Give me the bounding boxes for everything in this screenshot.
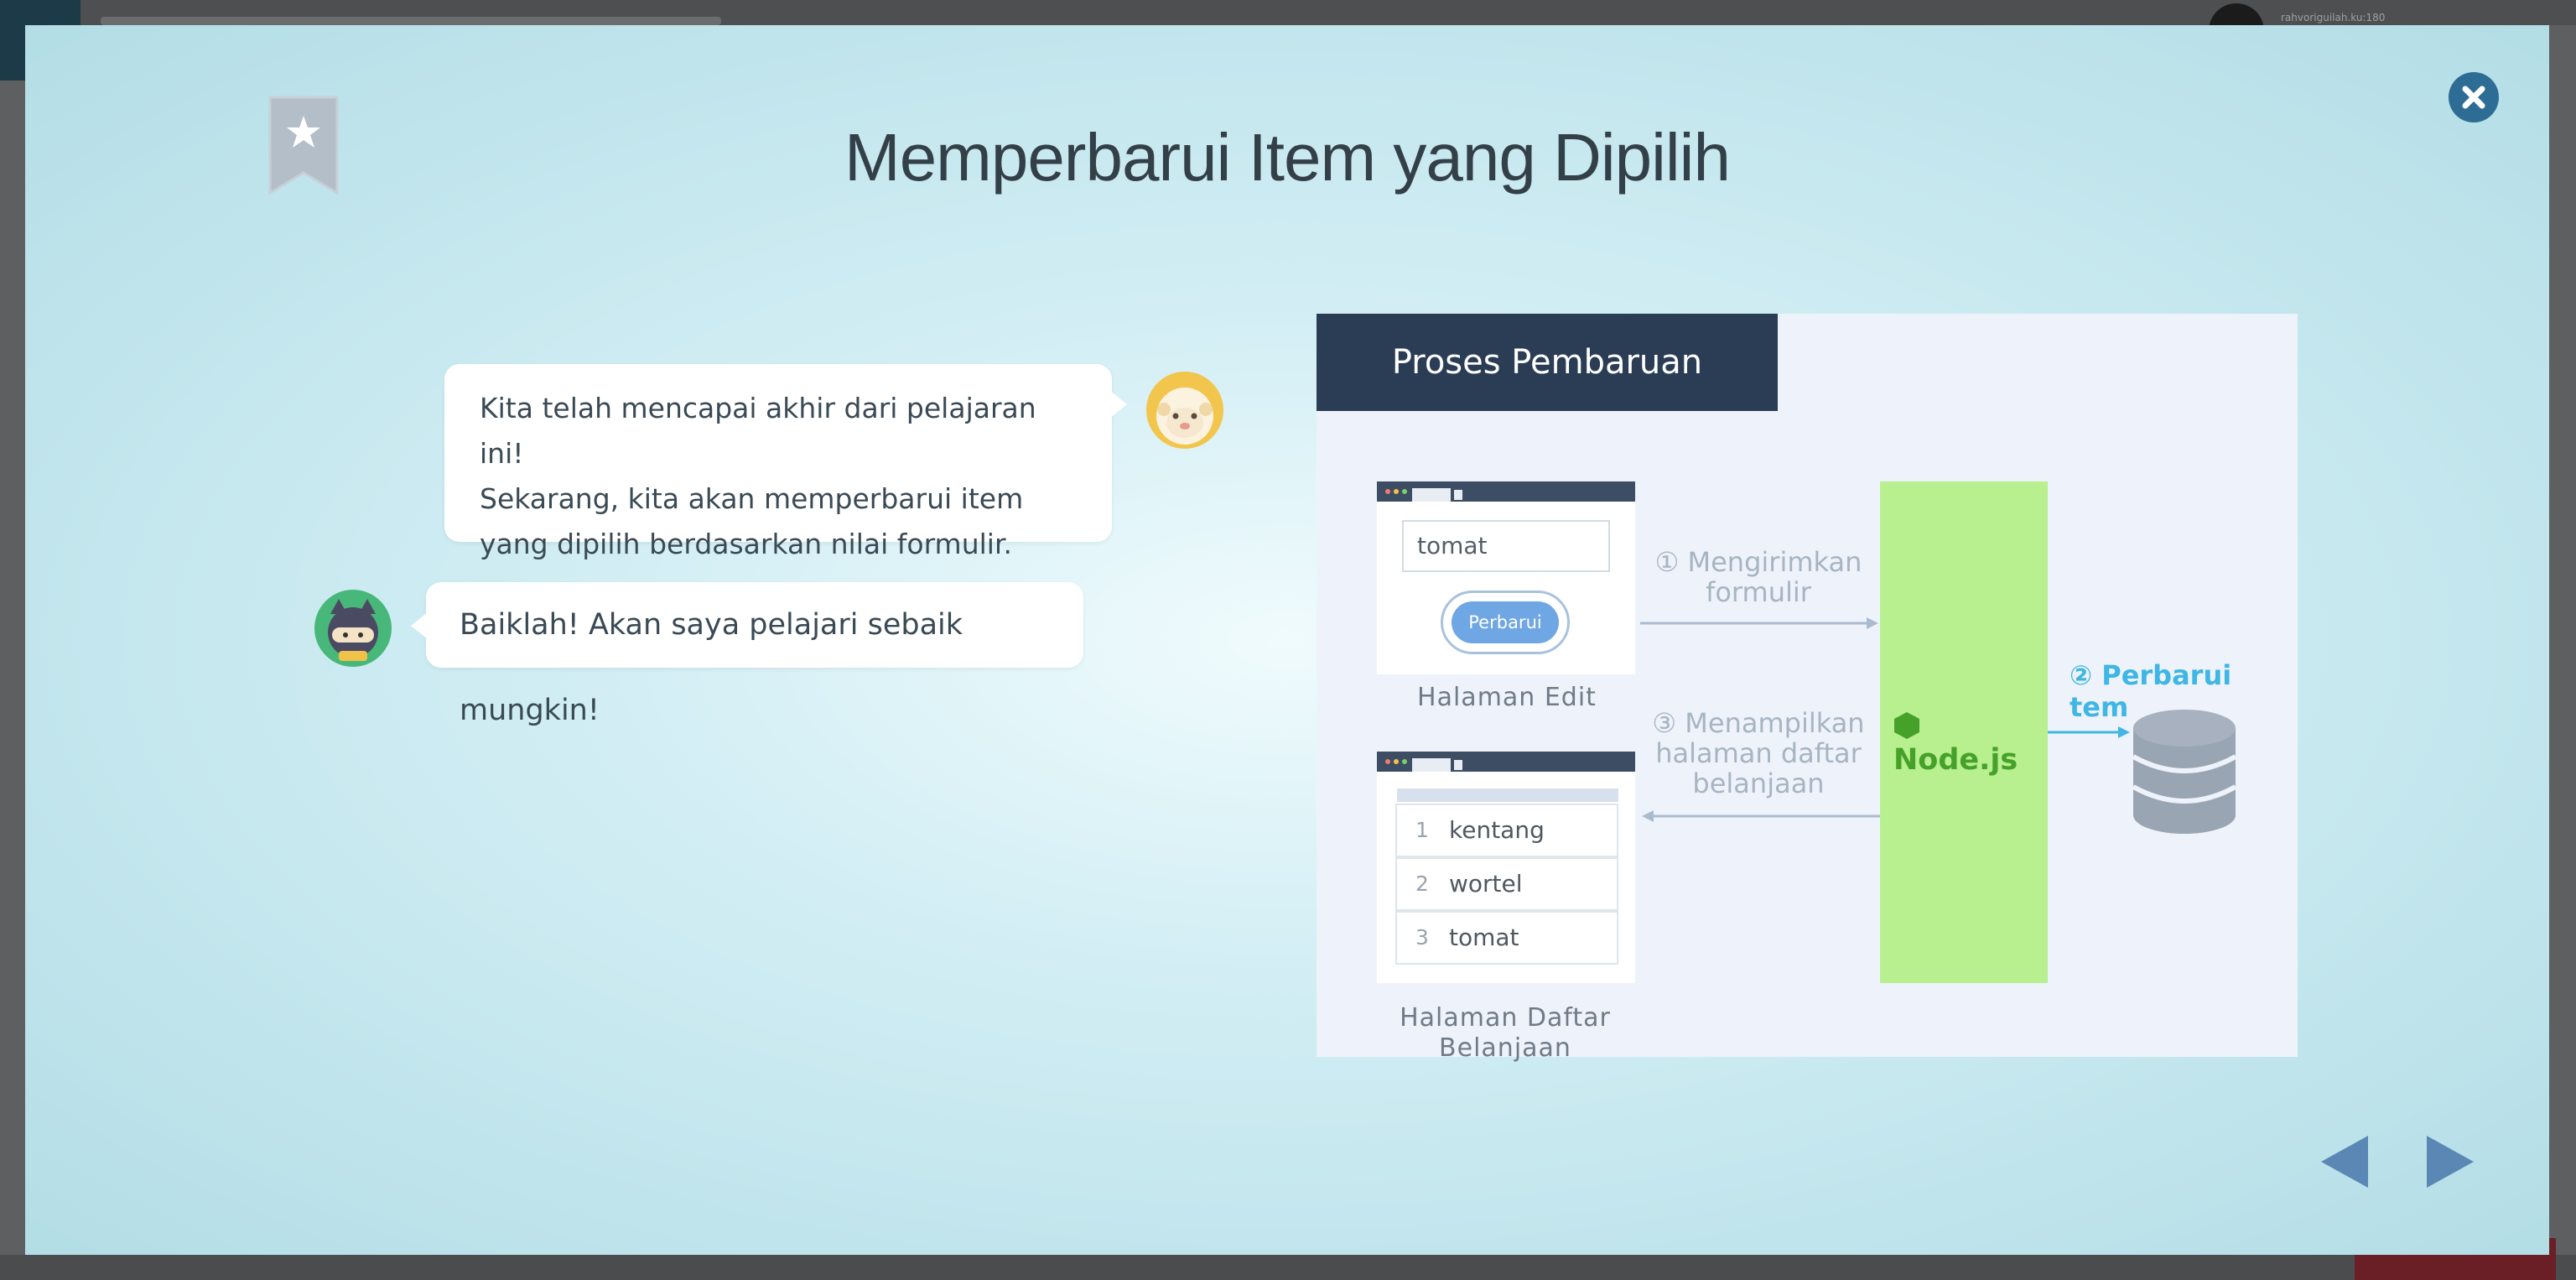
arrow-show-list-head bbox=[1642, 810, 1654, 822]
nodejs-server: Node.js bbox=[1880, 481, 2048, 983]
background-bottombar bbox=[0, 1255, 2576, 1280]
arrow-right-icon[interactable] bbox=[2423, 1131, 2477, 1193]
step1-label: ① Mengirimkan formulir bbox=[1645, 547, 1872, 607]
background-search-bar bbox=[101, 17, 721, 25]
step-line: ③ Menampilkan bbox=[1652, 707, 1865, 739]
arrow-submit-form-head bbox=[1867, 617, 1878, 629]
step-line: halaman daftar bbox=[1655, 737, 1862, 769]
speech-bubble-ninja: Baiklah! Akan saya pelajari sebaik mungk… bbox=[411, 582, 1083, 727]
ninja-cat-avatar bbox=[314, 589, 392, 668]
message-line: yang dipilih berdasarkan nilai formulir. bbox=[480, 528, 1012, 560]
lesson-modal: Memperbarui Item yang Dipilih Kita telah… bbox=[25, 25, 2549, 1255]
close-icon[interactable] bbox=[2449, 72, 2499, 122]
process-diagram: Proses Pembaruan tomat Perbarui Halaman … bbox=[1317, 314, 2298, 1063]
step-line: ① Mengirimkan bbox=[1654, 546, 1862, 578]
speech-bubble-sheep: Kita telah mencapai akhir dari pelajaran… bbox=[444, 364, 1127, 560]
step3-label: ③ Menampilkan halaman daftar belanjaan bbox=[1645, 708, 1872, 799]
message-line: Kita telah mencapai akhir dari pelajaran… bbox=[480, 392, 1036, 470]
step-line: formulir bbox=[1706, 576, 1811, 608]
sheep-avatar bbox=[1145, 371, 1224, 450]
nodejs-label: Node.js bbox=[1893, 710, 2048, 777]
message-line: Sekarang, kita akan memperbarui item bbox=[480, 482, 1024, 515]
background-username: rahvoriguilah.ku:180 bbox=[2281, 12, 2386, 23]
arrow-left-icon[interactable] bbox=[2319, 1131, 2373, 1193]
nodejs-hex-icon bbox=[1894, 712, 1919, 739]
step-line: belanjaan bbox=[1692, 767, 1825, 799]
nodejs-text: Node.js bbox=[1893, 743, 2018, 777]
database-icon bbox=[2132, 710, 2237, 834]
arrow-update-item-head bbox=[2118, 726, 2130, 738]
page-title: Memperbarui Item yang Dipilih bbox=[844, 120, 1731, 195]
